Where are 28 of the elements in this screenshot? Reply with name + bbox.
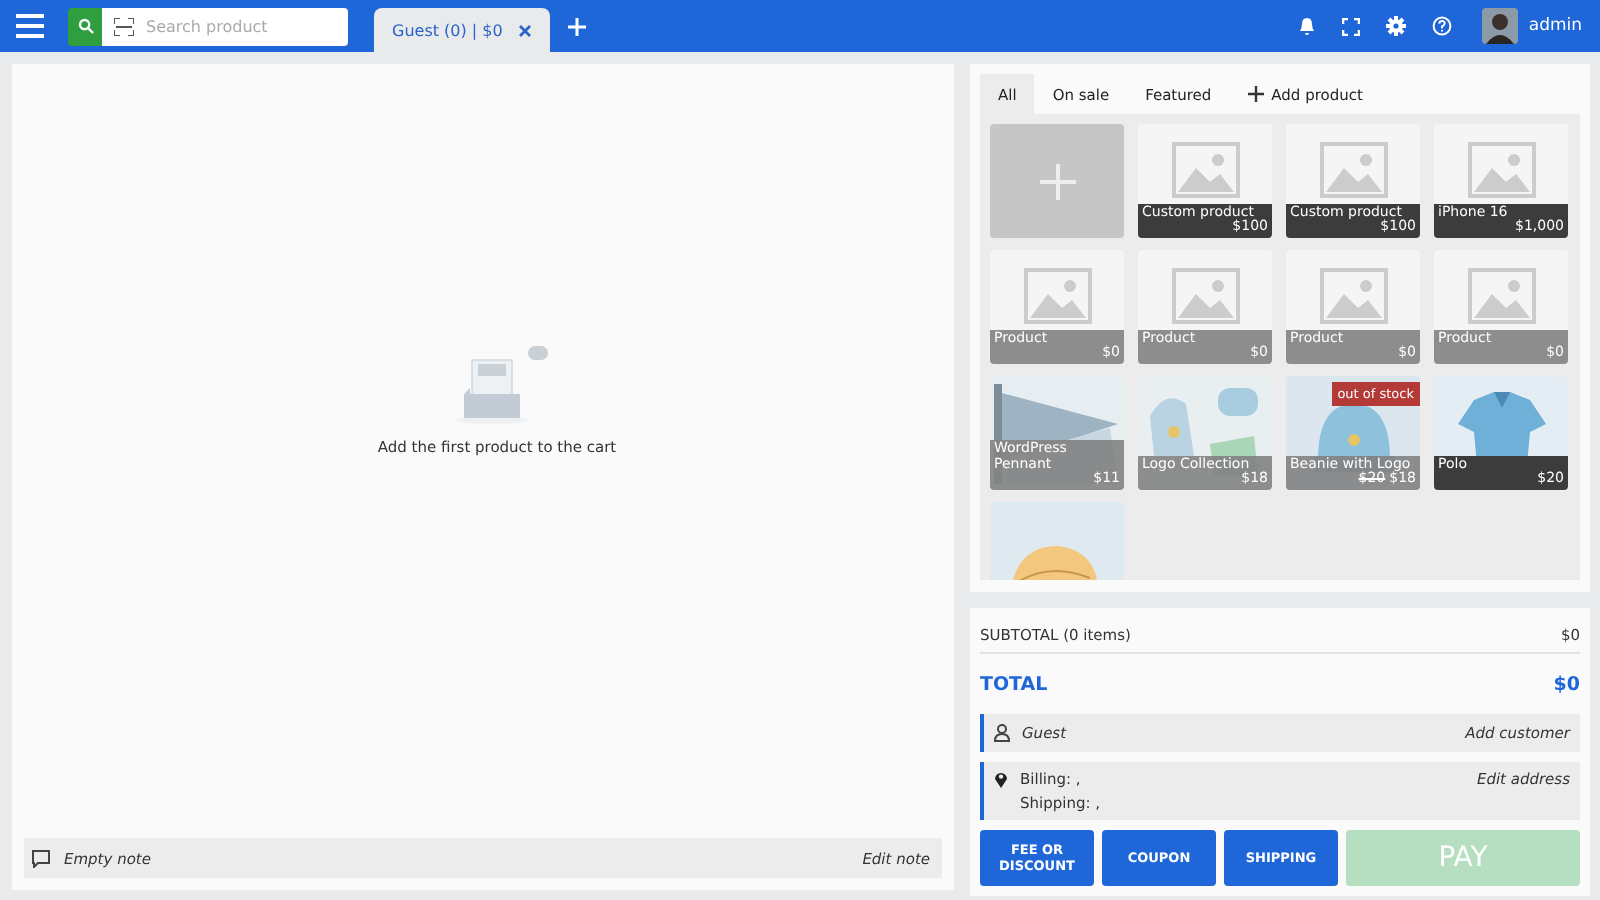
add-product-tile[interactable]	[990, 124, 1124, 238]
search-icon[interactable]	[68, 7, 102, 45]
fullscreen-icon[interactable]	[1342, 17, 1361, 35]
image-placeholder-icon	[1467, 142, 1535, 198]
search-field[interactable]: Search product	[102, 7, 348, 45]
plus-icon	[1039, 163, 1075, 199]
image-placeholder-icon	[1319, 268, 1387, 324]
comment-icon	[32, 849, 50, 867]
image-placeholder-icon	[1171, 142, 1239, 198]
image-placeholder-icon	[1171, 268, 1239, 324]
barcode-scan-icon[interactable]	[114, 17, 134, 35]
new-tab-icon[interactable]	[568, 17, 587, 35]
user-icon	[994, 724, 1010, 742]
total-value: $0	[1553, 673, 1580, 695]
order-tab[interactable]: Guest (0) | $0	[374, 8, 551, 52]
image-placeholder-icon	[1023, 268, 1091, 324]
total-label: TOTAL	[980, 673, 1048, 695]
bell-icon[interactable]	[1298, 16, 1317, 36]
settings-icon[interactable]	[1386, 16, 1407, 36]
image-placeholder-icon	[1467, 268, 1535, 324]
close-icon[interactable]	[518, 23, 533, 37]
location-pin-icon	[994, 770, 1008, 788]
user-name[interactable]: admin	[1528, 16, 1582, 36]
avatar[interactable]	[1482, 8, 1519, 44]
help-icon[interactable]	[1432, 16, 1453, 36]
image-placeholder-icon	[1319, 142, 1387, 198]
menu-icon[interactable]	[16, 14, 44, 38]
plus-icon	[1247, 86, 1264, 102]
